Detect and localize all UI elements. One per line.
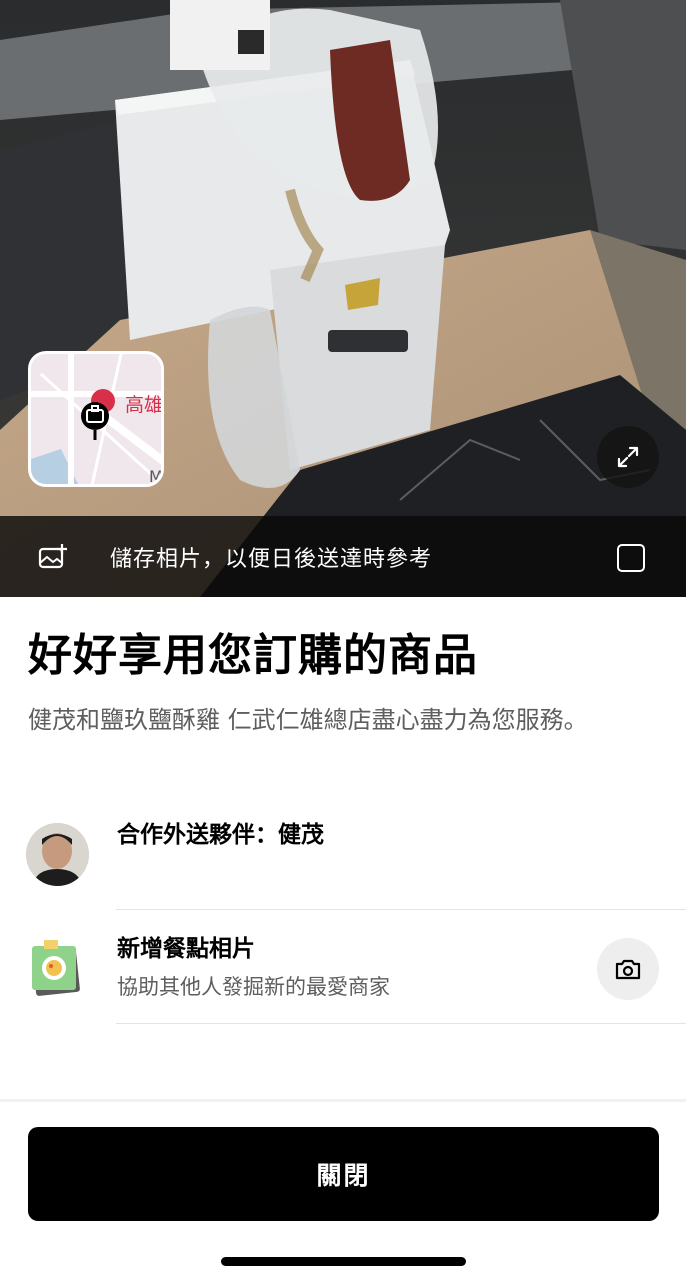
expand-arrows-icon: [617, 446, 639, 468]
expand-photo-button[interactable]: [597, 426, 659, 488]
save-photo-checkbox[interactable]: [617, 544, 645, 572]
divider: [116, 1023, 686, 1024]
add-food-photo-subtitle: 協助其他人發掘新的最愛商家: [117, 975, 390, 999]
page-title: 好好享用您訂購的商品: [28, 630, 478, 681]
map-streets: [31, 354, 161, 484]
map-thumbnail[interactable]: 高雄 M: [28, 351, 164, 487]
food-photo-illustration-icon: [32, 940, 80, 996]
camera-icon: [615, 959, 641, 980]
divider: [116, 909, 686, 910]
add-image-icon: [38, 544, 67, 569]
footer-separator: [0, 1099, 686, 1102]
store-message: 健茂和鹽玖鹽酥雞 仁武仁雄總店盡心盡力為您服務。: [28, 706, 588, 734]
delivery-photo[interactable]: 高雄 M 儲存相片，以便日後送達時參考: [0, 0, 686, 597]
home-indicator: [221, 1257, 466, 1266]
courier-portrait: [26, 823, 89, 886]
map-place-label: 高雄: [125, 394, 164, 416]
courier-label: 合作外送夥伴：健茂: [117, 822, 324, 848]
save-photo-text: 儲存相片，以便日後送達時參考: [110, 547, 433, 572]
save-photo-bar[interactable]: 儲存相片，以便日後送達時參考: [0, 516, 686, 597]
add-food-photo-title: 新增餐點相片: [117, 936, 255, 962]
delivery-photo-scene: [0, 0, 686, 597]
courier-avatar: [26, 823, 89, 886]
map-edge-label: M: [149, 467, 163, 486]
close-button[interactable]: 關閉: [28, 1127, 659, 1221]
add-photo-camera-button[interactable]: [597, 938, 659, 1000]
